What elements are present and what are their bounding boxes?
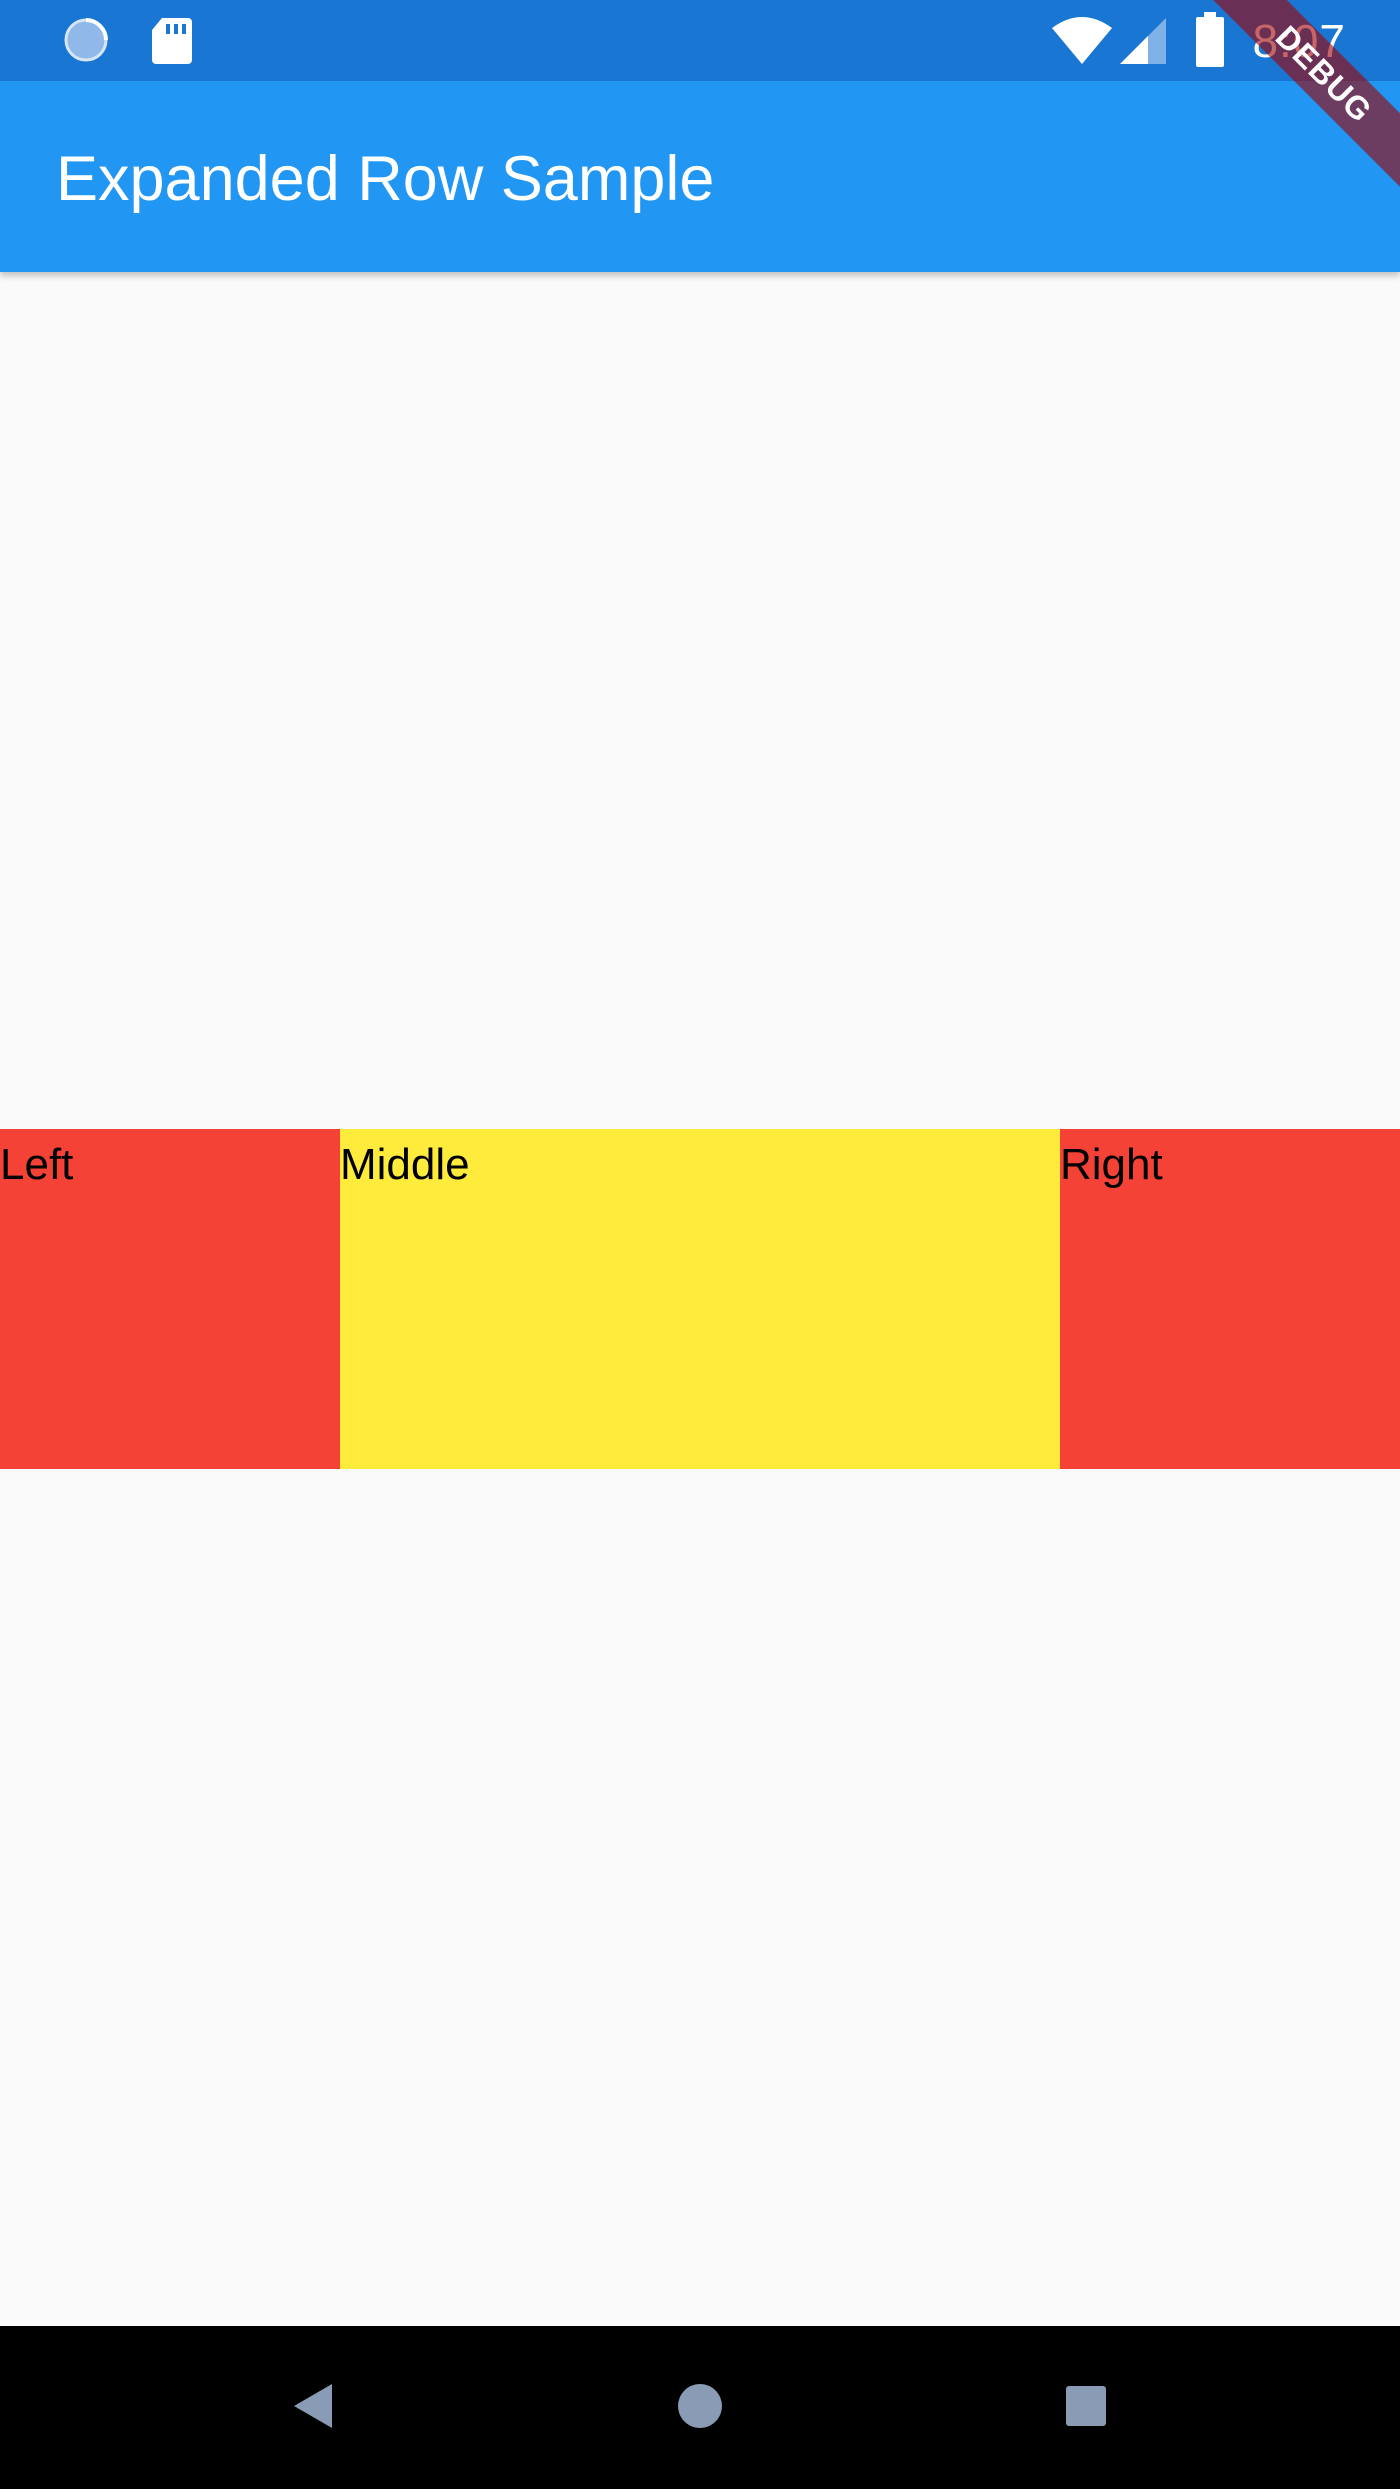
app-bar: Expanded Row Sample — [0, 81, 1400, 272]
navigation-bar — [0, 2326, 1400, 2489]
recents-icon — [1063, 2383, 1109, 2434]
back-icon — [288, 2380, 336, 2437]
cell-signal-icon — [1118, 16, 1168, 66]
app-screen: 8:07 Expanded Row Sample DEBUG Left Midd… — [0, 0, 1400, 2489]
expanded-row: Left Middle Right — [0, 1129, 1400, 1469]
row-cell-middle: Middle — [340, 1129, 1060, 1469]
row-cell-right-label: Right — [1060, 1140, 1163, 1189]
battery-icon — [1194, 12, 1226, 68]
status-bar: 8:07 — [0, 0, 1400, 81]
loading-circle-icon — [62, 16, 110, 64]
wifi-icon — [1050, 16, 1114, 66]
row-cell-right: Right — [1060, 1129, 1400, 1469]
page-title: Expanded Row Sample — [56, 144, 715, 214]
home-button[interactable] — [664, 2372, 736, 2444]
home-icon — [674, 2380, 726, 2437]
sd-card-icon — [150, 16, 198, 64]
row-cell-middle-label: Middle — [340, 1140, 470, 1189]
back-button[interactable] — [276, 2372, 348, 2444]
recents-button[interactable] — [1050, 2372, 1122, 2444]
row-cell-left-label: Left — [0, 1140, 74, 1189]
row-cell-left: Left — [0, 1129, 340, 1469]
status-time: 8:07 — [1252, 15, 1346, 67]
